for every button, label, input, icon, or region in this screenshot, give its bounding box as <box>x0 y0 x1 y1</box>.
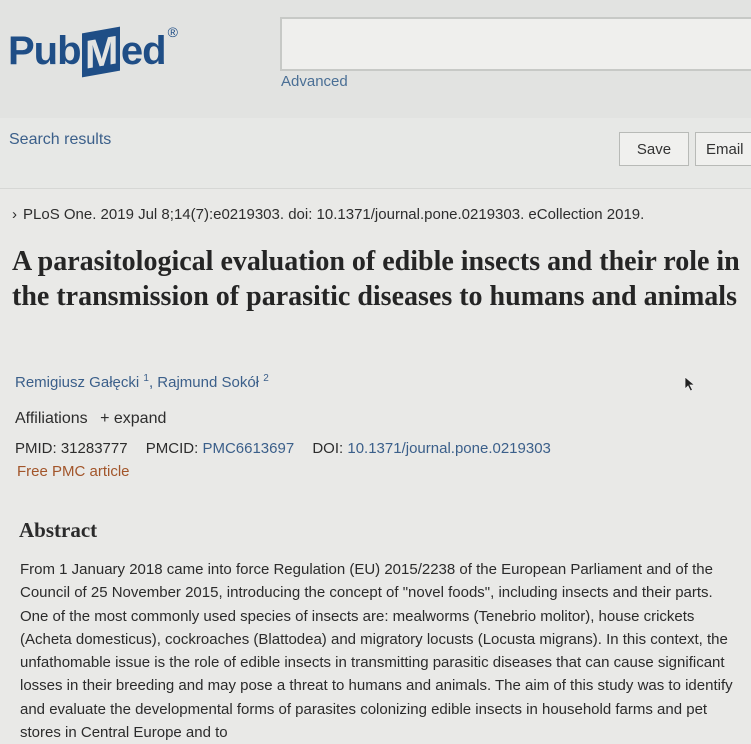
chevron-right-icon: › <box>12 206 17 223</box>
email-button[interactable]: Email <box>695 132 751 166</box>
pmid-label: PMID: <box>15 440 57 457</box>
journal-citation[interactable]: › PLoS One. 2019 Jul 8;14(7):e0219303. do… <box>12 206 644 223</box>
citation-text: PLoS One. 2019 Jul 8;14(7):e0219303. doi… <box>23 206 645 223</box>
advanced-search-link[interactable]: Advanced <box>281 73 348 90</box>
doi-link[interactable]: 10.1371/journal.pone.0219303 <box>347 440 551 457</box>
affiliations-row: Affiliations + expand <box>15 410 166 428</box>
affiliations-label: Affiliations <box>15 410 88 427</box>
search-results-link[interactable]: Search results <box>9 131 111 149</box>
pmid-value: 31283777 <box>60 440 128 457</box>
author-link[interactable]: Remigiusz Gałęcki <box>15 374 139 391</box>
article-identifiers: PMID: 31283777 PMCID: PMC6613697 DOI: 10… <box>15 440 551 457</box>
mouse-pointer-icon <box>684 376 696 392</box>
site-header: Pub Med ® Advanced <box>0 0 751 118</box>
save-button[interactable]: Save <box>619 132 689 166</box>
author-affiliation-ref[interactable]: 2 <box>263 373 269 384</box>
author-list: Remigiusz Gałęcki 1, Rajmund Sokół 2 <box>15 373 269 391</box>
doi-label: DOI: <box>312 440 344 457</box>
pubmed-logo[interactable]: Pub Med ® <box>8 22 178 78</box>
pmcid-label: PMCID: <box>145 440 199 457</box>
free-pmc-article-link[interactable]: Free PMC article <box>17 463 130 480</box>
author-link[interactable]: Rajmund Sokół <box>157 374 259 391</box>
abstract-text: From 1 January 2018 came into force Regu… <box>20 561 733 742</box>
article-title: A parasitological evaluation of edible i… <box>12 246 740 312</box>
abstract-heading: Abstract <box>19 518 98 542</box>
search-input[interactable] <box>280 17 751 71</box>
expand-affiliations-button[interactable]: + expand <box>100 410 166 427</box>
pmcid-link[interactable]: PMC6613697 <box>202 440 294 457</box>
